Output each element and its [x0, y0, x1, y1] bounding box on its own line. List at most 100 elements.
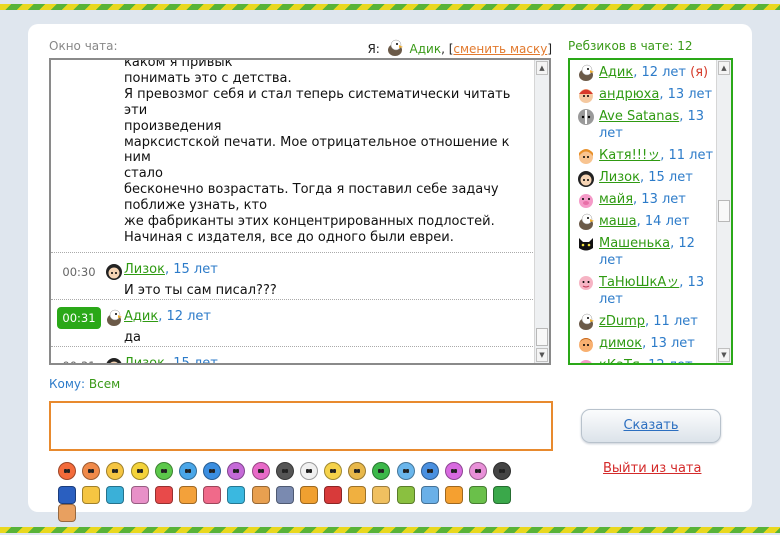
message-text: И это ты сам писал??? — [124, 282, 277, 298]
user-list-item[interactable]: Адик, 12 лет (я) — [570, 64, 718, 81]
user-list-item[interactable]: кКаТя, 12 лет — [570, 357, 718, 363]
author-name-link[interactable]: Лизок — [124, 356, 165, 363]
teddy-bear-icon[interactable] — [251, 486, 270, 504]
dark-hair-girl-icon — [105, 356, 123, 363]
scrollbar-thumb[interactable] — [718, 200, 730, 222]
user-name-link[interactable]: кКаТя — [599, 358, 640, 363]
hat-smiley-icon[interactable] — [348, 462, 367, 480]
user-name-link[interactable]: маша — [599, 214, 637, 229]
user-name-link[interactable]: ТаНюШкАッ — [599, 275, 679, 290]
user-list-item[interactable]: андрюха, 13 лет — [570, 86, 718, 103]
author-name-link[interactable]: Адик — [124, 309, 158, 324]
shocked-smiley-icon[interactable] — [82, 462, 101, 480]
scroll-up-arrow-icon[interactable]: ▲ — [536, 61, 548, 75]
potion-icon[interactable] — [493, 486, 512, 504]
kiss-smiley-icon[interactable] — [445, 462, 463, 480]
message-author: Лизок, 15 лет — [124, 262, 218, 277]
chat-log[interactable]: каком я привык понимать это с детства. Я п… — [49, 58, 551, 365]
grin-smiley-icon[interactable] — [106, 462, 125, 480]
pencil-icon[interactable] — [324, 486, 343, 504]
message-text-line: каком я привык — [124, 58, 233, 70]
surprised-smiley-icon[interactable] — [299, 462, 318, 480]
orange-face-icon — [577, 335, 595, 358]
nerd-smiley-icon[interactable] — [493, 462, 512, 480]
cool-blue-smiley-icon[interactable] — [396, 462, 415, 480]
message-author: Адик, 12 лет — [124, 309, 211, 324]
banana-icon[interactable] — [82, 486, 101, 504]
user-name-link[interactable]: Адик — [599, 65, 633, 80]
recipient-line[interactable]: Кому: Всем — [49, 377, 120, 391]
self-marker: (я) — [686, 65, 709, 80]
globe-icon[interactable] — [106, 486, 125, 504]
scrollbar-thumb[interactable] — [536, 328, 548, 346]
user-list-item[interactable]: zDump, 11 лет — [570, 313, 718, 330]
author-age: , 12 лет — [158, 308, 212, 324]
user-name-link[interactable]: андрюха — [599, 87, 659, 102]
angry-green-smiley-icon[interactable] — [372, 462, 391, 480]
purple-smiley-icon[interactable] — [227, 462, 246, 480]
user-name-link[interactable]: Катя!!!ッ — [599, 148, 660, 163]
user-name-link[interactable]: Лизок — [599, 170, 640, 185]
sad-smiley-icon[interactable] — [324, 462, 343, 480]
user-list-item[interactable]: димок, 13 лет — [570, 335, 718, 352]
message-input[interactable] — [49, 401, 553, 451]
users-list[interactable]: Адик, 12 лет (я) андрюха, 13 лет Ave Satan… — [568, 58, 733, 365]
user-list-item[interactable]: Катя!!!ッ, 11 лет — [570, 147, 718, 164]
sleep-smiley-icon[interactable] — [420, 462, 439, 480]
scroll-down-arrow-icon[interactable]: ▼ — [718, 348, 730, 362]
user-list-item[interactable]: Лизок, 15 лет — [570, 169, 718, 187]
music-note-icon[interactable] — [299, 486, 318, 504]
user-list-item[interactable]: майя, 13 лет — [570, 191, 718, 208]
user-name-link[interactable]: майя — [599, 192, 633, 207]
user-name-link[interactable]: zDump — [599, 314, 645, 329]
message-text-line: понимать это с детства. — [124, 70, 292, 86]
gift-icon[interactable] — [178, 486, 197, 504]
laughing-smiley-icon[interactable] — [58, 462, 76, 480]
user-name-link[interactable]: Ave Satanas — [599, 109, 679, 124]
scroll-down-arrow-icon[interactable]: ▼ — [536, 348, 548, 362]
candy-icon[interactable] — [469, 486, 488, 504]
blush-smiley-icon[interactable] — [469, 462, 488, 480]
say-button[interactable]: Сказать — [581, 409, 721, 443]
exit-chat-link[interactable]: Выйти из чата — [603, 461, 701, 476]
user-list-item[interactable]: Ave Satanas, 13 лет — [570, 108, 718, 142]
user-name-link[interactable]: Машенька — [599, 236, 670, 251]
balloons-icon[interactable] — [227, 486, 246, 504]
octopus-icon[interactable] — [130, 486, 149, 504]
black-cat-icon — [577, 235, 595, 258]
author-age: , 15 лет — [164, 261, 218, 277]
soccer-ball-icon[interactable] — [58, 486, 76, 504]
snowflake-icon[interactable] — [420, 486, 439, 504]
rocket-icon[interactable] — [348, 486, 367, 504]
user-list-item[interactable]: Машенька, 12 лет — [570, 235, 718, 269]
wink-smiley-icon[interactable] — [203, 462, 222, 480]
flower-icon[interactable] — [154, 486, 173, 504]
cd-icon[interactable] — [275, 486, 294, 504]
user-list-item[interactable]: ТаНюШкАッ, 13 лет — [570, 274, 718, 308]
current-user-line: Я: Адик, [сменить маску] — [367, 39, 552, 60]
smile-smiley-icon[interactable] — [130, 462, 149, 480]
user-name-link[interactable]: димок — [599, 336, 642, 351]
message-text-line: произведения — [124, 118, 222, 134]
blue-smiley-icon[interactable] — [178, 462, 197, 480]
recipient-value[interactable]: Всем — [89, 377, 120, 391]
sun-flower-icon[interactable] — [445, 486, 463, 504]
hearts-icon[interactable] — [203, 486, 222, 504]
users-count-title: Ребзиков в чате: 12 — [568, 39, 693, 53]
snail-icon[interactable] — [396, 486, 415, 504]
green-smiley-icon[interactable] — [154, 462, 173, 480]
user-age: , 13 лет — [642, 336, 695, 351]
chat-scrollbar[interactable]: ▲ ▼ — [534, 60, 549, 363]
chat-log-content: каком я привык понимать это с детства. Я п… — [51, 58, 535, 365]
thumbs-up-icon[interactable] — [58, 504, 76, 522]
top-stripe — [0, 4, 780, 10]
comet-icon[interactable] — [372, 486, 391, 504]
change-mask-link[interactable]: сменить маску — [453, 42, 547, 56]
scroll-up-arrow-icon[interactable]: ▲ — [718, 61, 730, 75]
author-name-link[interactable]: Лизок — [124, 262, 165, 277]
pink-smiley-icon[interactable] — [251, 462, 270, 480]
users-scrollbar[interactable]: ▲ ▼ — [716, 60, 731, 363]
sunglasses-smiley-icon[interactable] — [275, 462, 294, 480]
author-age: , 15 лет — [164, 355, 218, 365]
user-list-item[interactable]: маша, 14 лет — [570, 213, 718, 230]
